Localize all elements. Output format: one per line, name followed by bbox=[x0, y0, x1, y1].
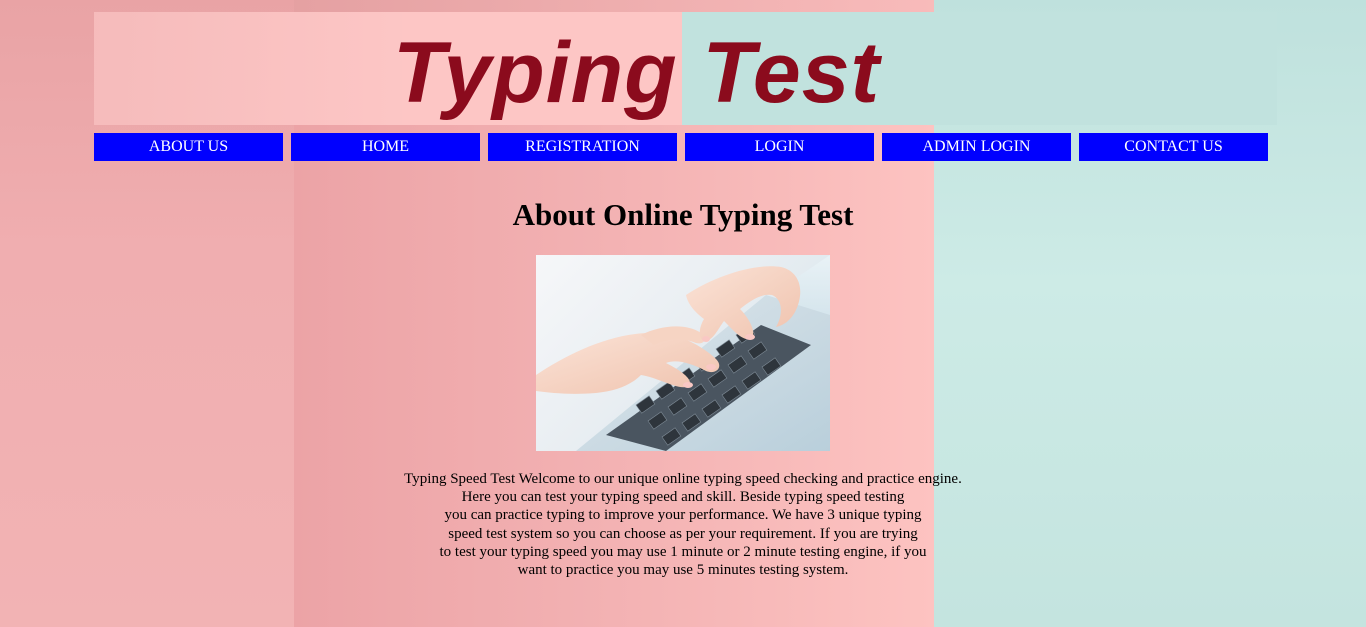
hands-typing-on-laptop-image bbox=[536, 255, 830, 451]
site-logo: Typing Test bbox=[393, 25, 881, 121]
intro-line: you can practice typing to improve your … bbox=[444, 507, 922, 524]
intro-line: Typing Speed Test Welcome to our unique … bbox=[404, 471, 962, 487]
nav-home[interactable]: HOME bbox=[291, 133, 480, 161]
nav-login[interactable]: LOGIN bbox=[685, 133, 874, 161]
page-title: About Online Typing Test bbox=[512, 197, 854, 232]
nav-admin-login[interactable]: ADMIN LOGIN bbox=[882, 133, 1071, 161]
intro-line: Here you can test your typing speed and … bbox=[461, 489, 905, 506]
nav-registration[interactable]: REGISTRATION bbox=[488, 133, 677, 161]
intro-line: to test your typing speed you may use 1 … bbox=[439, 543, 927, 560]
background-top-strip bbox=[294, 0, 934, 12]
intro-line: want to practice you may use 5 minutes t… bbox=[517, 562, 849, 579]
intro-line: speed test system so you can choose as p… bbox=[448, 525, 918, 542]
main-nav: ABOUT US HOME REGISTRATION LOGIN ADMIN L… bbox=[94, 133, 1269, 161]
nav-contact-us[interactable]: CONTACT US bbox=[1079, 133, 1268, 161]
intro-text: Typing Speed Test Welcome to our unique … bbox=[0, 470, 1366, 579]
nav-about-us[interactable]: ABOUT US bbox=[94, 133, 283, 161]
